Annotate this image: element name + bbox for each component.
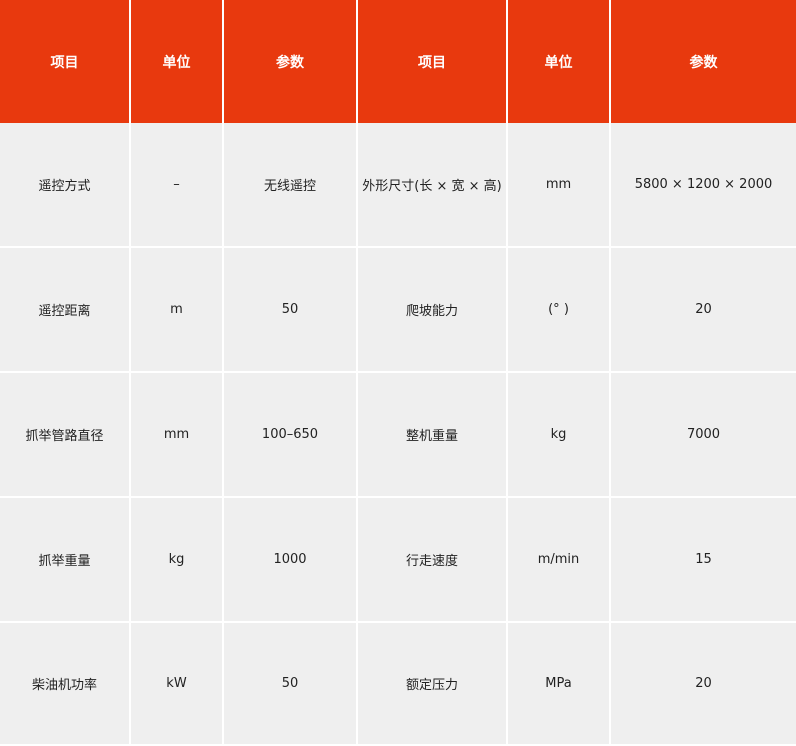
table-row: 抓举重量 kg 1000 行走速度 m/min 15 [0, 497, 796, 623]
table-cell: kg [507, 372, 611, 498]
header-param: 参数 [610, 0, 796, 123]
table-cell: 1000 [223, 497, 358, 623]
header-item: 项目 [0, 0, 131, 123]
table-cell: 5800 × 1200 × 2000 [610, 123, 796, 248]
table-cell: – [130, 123, 224, 248]
table-cell: 15 [610, 497, 796, 623]
table-cell: kg [130, 497, 224, 623]
table-cell: kW [130, 622, 224, 744]
table-cell: 100–650 [223, 372, 358, 498]
table-cell: 50 [223, 622, 358, 744]
table-row: 柴油机功率 kW 50 额定压力 MPa 20 [0, 622, 796, 744]
table-row: 遥控距离 m 50 爬坡能力 (° ) 20 [0, 247, 796, 373]
table-cell: 额定压力 [357, 622, 508, 744]
table-cell: 外形尺寸(长 × 宽 × 高) [357, 123, 508, 248]
table-row: 抓举管路直径 mm 100–650 整机重量 kg 7000 [0, 372, 796, 498]
table-cell: m [130, 247, 224, 373]
table-cell: m/min [507, 497, 611, 623]
header-unit: 单位 [130, 0, 224, 123]
header-unit: 单位 [507, 0, 611, 123]
table-cell: 50 [223, 247, 358, 373]
table-cell: 20 [610, 247, 796, 373]
table-cell: 无线遥控 [223, 123, 358, 248]
table-cell: MPa [507, 622, 611, 744]
table-cell: 爬坡能力 [357, 247, 508, 373]
header-param: 参数 [223, 0, 358, 123]
table-cell: 7000 [610, 372, 796, 498]
table-cell: 抓举管路直径 [0, 372, 131, 498]
table-row: 遥控方式 – 无线遥控 外形尺寸(长 × 宽 × 高) mm 5800 × 12… [0, 123, 796, 248]
spec-table: 项目 单位 参数 项目 单位 参数 遥控方式 – 无线遥控 外形尺寸(长 × 宽… [0, 0, 796, 744]
header-item: 项目 [357, 0, 508, 123]
table-cell: mm [130, 372, 224, 498]
table-cell: 抓举重量 [0, 497, 131, 623]
table-cell: 行走速度 [357, 497, 508, 623]
table-cell: 遥控方式 [0, 123, 131, 248]
header-row: 项目 单位 参数 项目 单位 参数 [0, 0, 796, 123]
table-cell: mm [507, 123, 611, 248]
table-cell: (° ) [507, 247, 611, 373]
table-cell: 柴油机功率 [0, 622, 131, 744]
table-cell: 20 [610, 622, 796, 744]
table-cell: 整机重量 [357, 372, 508, 498]
table-cell: 遥控距离 [0, 247, 131, 373]
